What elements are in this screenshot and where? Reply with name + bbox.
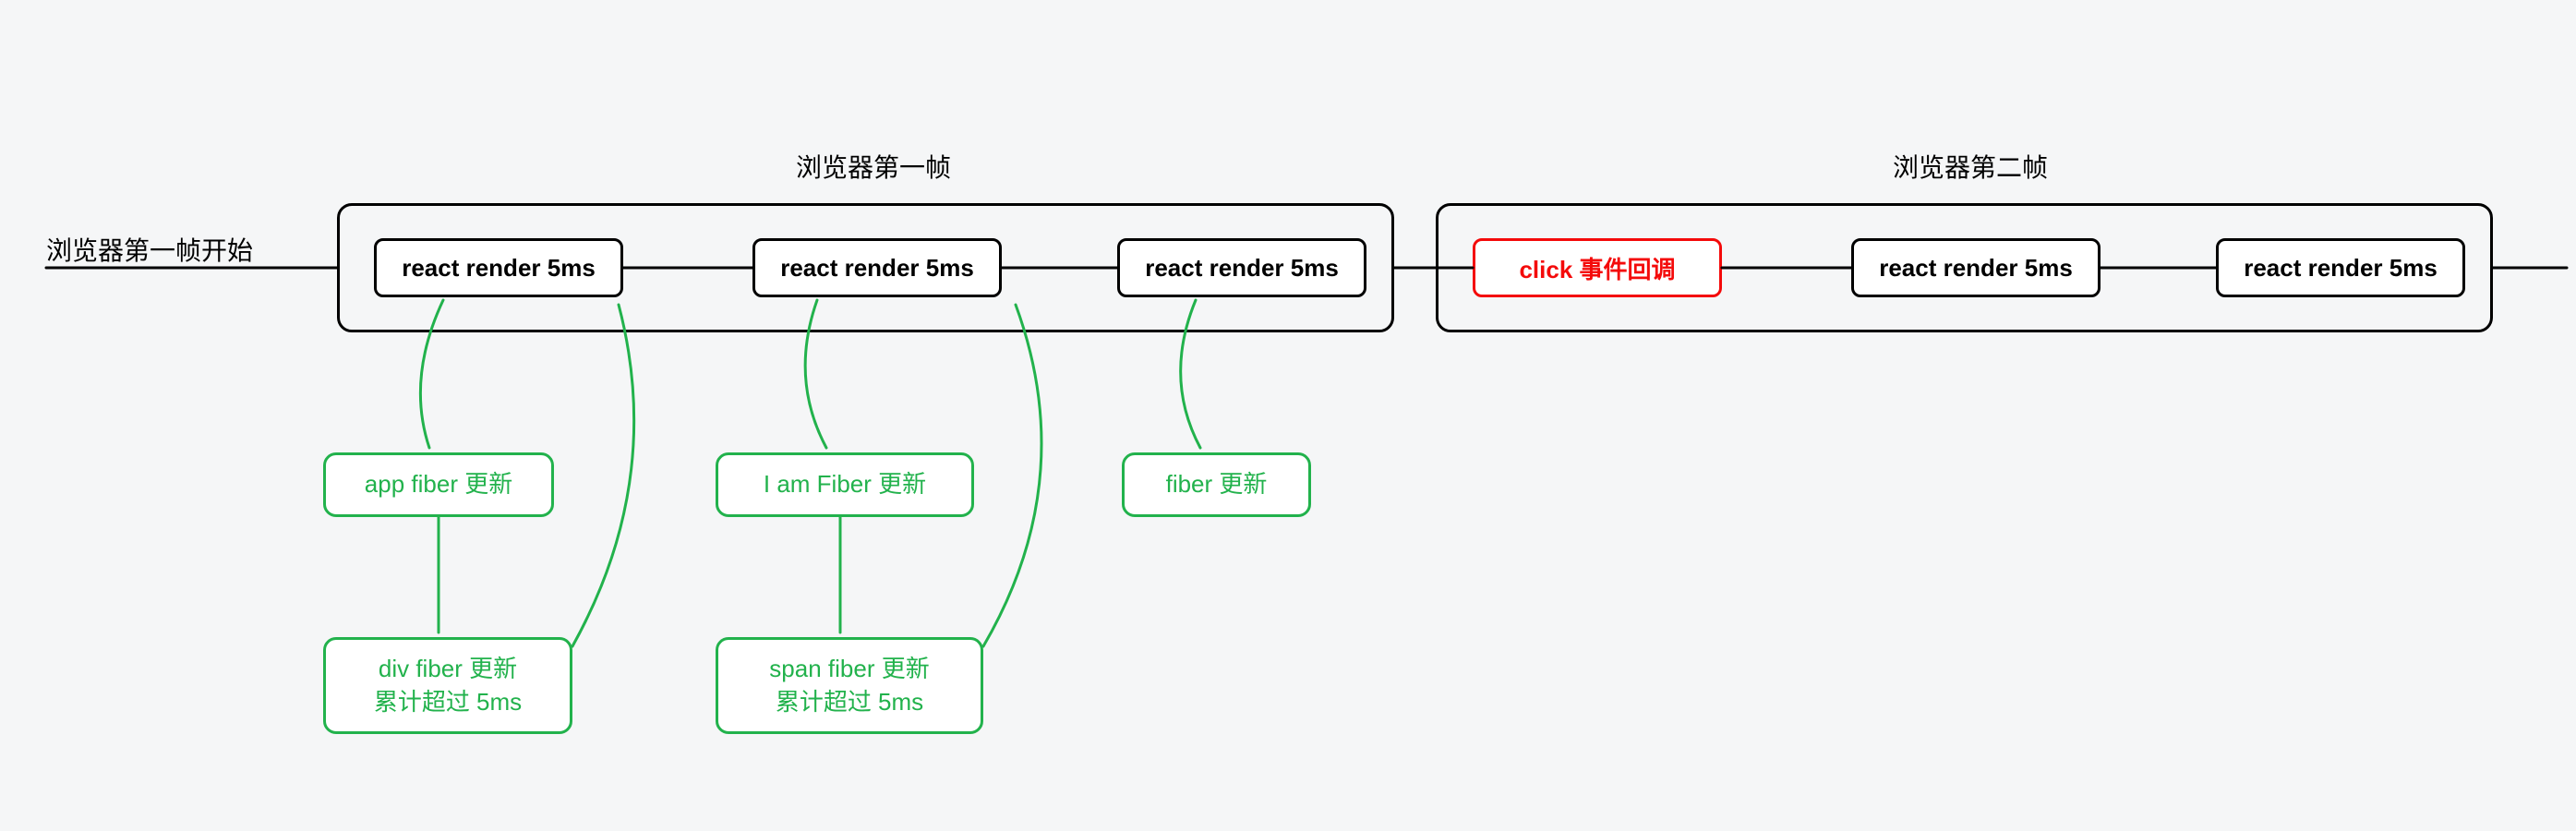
chain3-top-box: fiber 更新 — [1122, 452, 1311, 517]
frame2-title: 浏览器第二帧 — [1893, 148, 2048, 185]
frame2-slot-click-callback: click 事件回调 — [1473, 238, 1722, 297]
frame1-slot-2: react render 5ms — [752, 238, 1002, 297]
frame1-slot-3: react render 5ms — [1117, 238, 1366, 297]
chain2-bottom-box: span fiber 更新 累计超过 5ms — [716, 637, 983, 734]
frame1-title: 浏览器第一帧 — [796, 148, 951, 185]
frame2-slot-3: react render 5ms — [2216, 238, 2465, 297]
chain2-top-box: I am Fiber 更新 — [716, 452, 974, 517]
timeline-start-label: 浏览器第一帧开始 — [46, 231, 253, 268]
chain1-top-box: app fiber 更新 — [323, 452, 554, 517]
frame2-slot-2: react render 5ms — [1851, 238, 2101, 297]
chain1-bottom-box: div fiber 更新 累计超过 5ms — [323, 637, 572, 734]
frame1-slot-1: react render 5ms — [374, 238, 623, 297]
